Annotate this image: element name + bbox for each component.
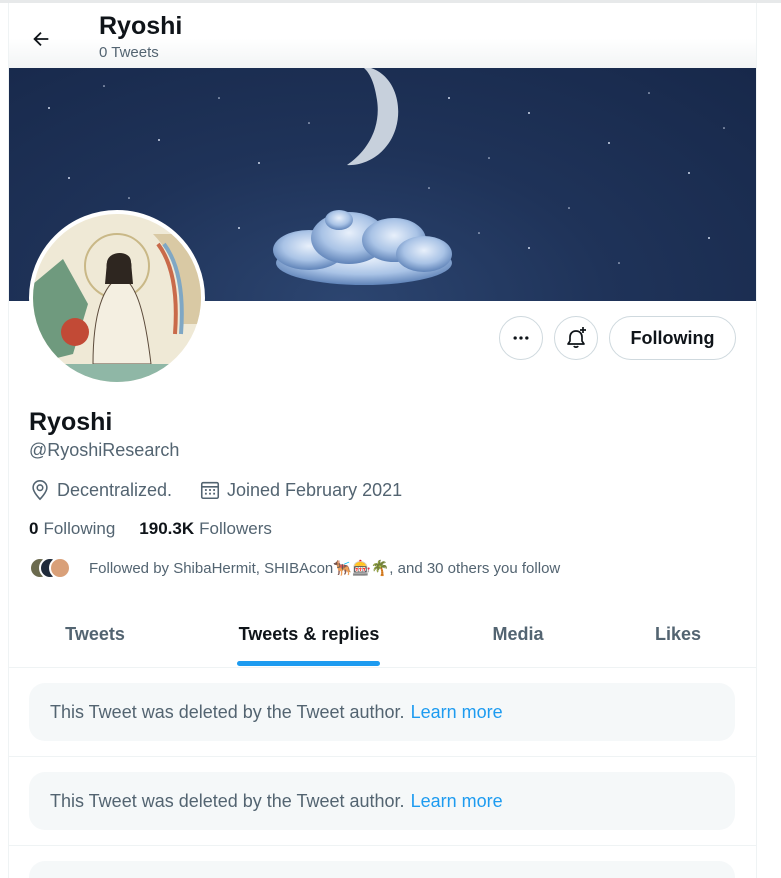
- timeline-item: This Tweet was deleted by the Tweet auth…: [9, 757, 756, 846]
- followed-by-text: Followed by ShibaHermit, SHIBAcon🐕‍🦺🎰🌴, …: [89, 560, 561, 577]
- header-title: Ryoshi: [99, 12, 183, 40]
- location-text: Decentralized.: [57, 479, 173, 500]
- profile-name: Ryoshi: [29, 408, 113, 436]
- tab-tweets-and-replies[interactable]: Tweets & replies: [209, 601, 409, 667]
- active-tab-indicator: [237, 661, 380, 666]
- followed-by[interactable]: Followed by ShibaHermit, SHIBAcon🐕‍🦺🎰🌴, …: [29, 555, 560, 581]
- deleted-tweet-notice: This Tweet was deleted by the Tweet auth…: [29, 772, 735, 830]
- notifications-button[interactable]: [554, 316, 598, 360]
- avatar[interactable]: [29, 210, 205, 386]
- follower-avatars: [29, 555, 89, 581]
- header-tweet-count: 0 Tweets: [99, 44, 159, 61]
- back-button[interactable]: [23, 21, 59, 57]
- timeline-item: This Tweet was deleted by the Tweet auth…: [9, 668, 756, 757]
- following-button[interactable]: Following: [609, 316, 736, 360]
- following-label: Following: [43, 519, 116, 538]
- learn-more-link[interactable]: Learn more: [411, 791, 503, 812]
- following-count: 0: [29, 519, 39, 538]
- more-icon: [513, 336, 529, 340]
- join-date-text: Joined February 2021: [227, 479, 403, 500]
- followers-label: Followers: [199, 519, 272, 538]
- join-date: Joined February 2021: [199, 479, 402, 501]
- tab-media[interactable]: Media: [439, 601, 597, 667]
- timeline-item: [9, 846, 756, 878]
- arrow-left-icon: [33, 31, 49, 47]
- followers-link[interactable]: 190.3K Followers: [139, 519, 272, 539]
- location: Decentralized.: [29, 479, 172, 501]
- deleted-tweet-text: This Tweet was deleted by the Tweet auth…: [50, 790, 405, 811]
- tab-tweets[interactable]: Tweets: [9, 601, 181, 667]
- profile-tabs: Tweets Tweets & replies Media Likes: [9, 601, 756, 668]
- bell-plus-icon: [567, 327, 586, 348]
- calendar-icon: [200, 481, 220, 500]
- learn-more-link[interactable]: Learn more: [411, 702, 503, 723]
- more-button[interactable]: [499, 316, 543, 360]
- following-link[interactable]: 0 Following: [29, 519, 115, 539]
- follow-stats: 0 Following 190.3K Followers: [29, 519, 272, 539]
- deleted-tweet-text: This Tweet was deleted by the Tweet auth…: [50, 701, 405, 722]
- profile-column: Ryoshi 0 Tweets Following Ryoshi @Ryoshi…: [8, 3, 757, 878]
- followers-count: 190.3K: [139, 519, 195, 538]
- profile-handle: @RyoshiResearch: [29, 440, 180, 460]
- profile-header: Ryoshi 0 Tweets: [9, 3, 756, 68]
- follower-avatar: [49, 557, 71, 579]
- tab-likes[interactable]: Likes: [609, 601, 747, 667]
- deleted-tweet-notice: This Tweet was deleted by the Tweet auth…: [29, 683, 735, 741]
- location-pin-icon: [32, 480, 48, 501]
- deleted-tweet-notice-partial: [29, 861, 735, 878]
